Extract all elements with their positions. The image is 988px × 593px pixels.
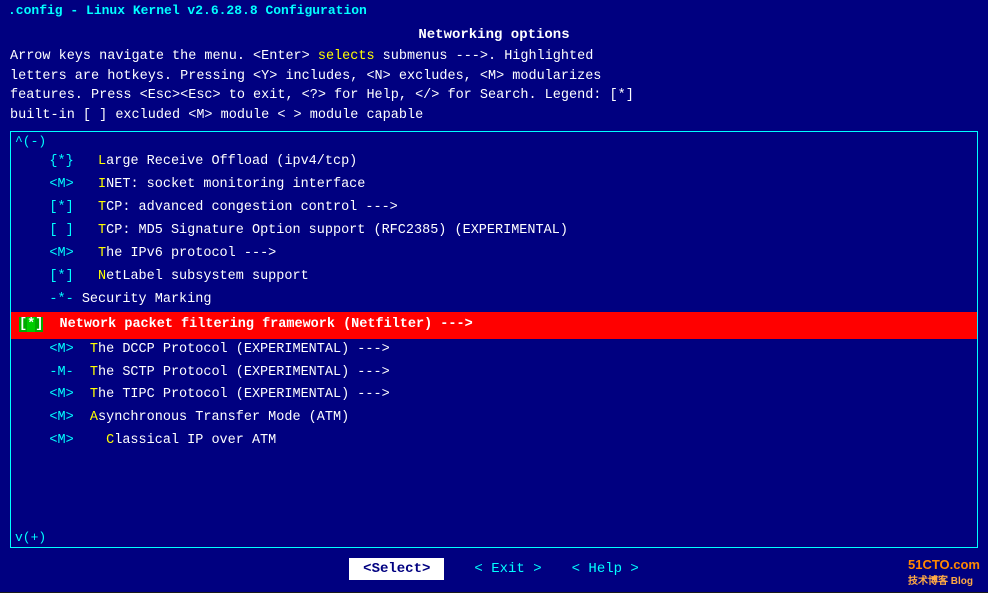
main-container: Networking options Arrow keys navigate t… (0, 21, 988, 592)
button-row: <Select> < Exit > < Help > (10, 548, 978, 586)
menu-box: ^(-) {*} Large Receive Offload (ipv4/tcp… (10, 131, 978, 548)
menu-item-4[interactable]: [ ] TCP: MD5 Signature Option support (R… (11, 220, 977, 243)
menu-item-3[interactable]: [*] TCP: advanced congestion control ---… (11, 197, 977, 220)
menu-item-11[interactable]: <M> The TIPC Protocol (EXPERIMENTAL) ---… (11, 384, 977, 407)
menu-item-10[interactable]: -M- The SCTP Protocol (EXPERIMENTAL) ---… (11, 362, 977, 385)
help-line-1: Arrow keys navigate the menu. <Enter> se… (10, 47, 978, 67)
scroll-top-indicator: ^(-) (11, 132, 977, 151)
menu-item-2[interactable]: <M> INET: socket monitoring interface (11, 174, 977, 197)
select-button[interactable]: <Select> (349, 558, 444, 580)
menu-item-6[interactable]: [*] NetLabel subsystem support (11, 266, 977, 289)
help-line-3: features. Press <Esc><Esc> to exit, <?> … (10, 86, 978, 106)
help-line-2: letters are hotkeys. Pressing <Y> includ… (10, 67, 978, 87)
watermark-site: 51CTO.com (908, 557, 980, 572)
menu-item-highlighted[interactable]: [*] Network packet filtering framework (… (11, 312, 977, 339)
help-line-4: built-in [ ] excluded <M> module < > mod… (10, 106, 978, 126)
help-text-block: Arrow keys navigate the menu. <Enter> se… (10, 47, 978, 125)
title-text: .config - Linux Kernel v2.6.28.8 Configu… (8, 3, 367, 18)
menu-item-7[interactable]: -*- Security Marking (11, 289, 977, 312)
help-button[interactable]: < Help > (572, 561, 639, 577)
menu-item-9[interactable]: <M> The DCCP Protocol (EXPERIMENTAL) ---… (11, 339, 977, 362)
title-bar: .config - Linux Kernel v2.6.28.8 Configu… (0, 0, 988, 21)
section-heading: Networking options (10, 27, 978, 43)
menu-item-12[interactable]: <M> Asynchronous Transfer Mode (ATM) (11, 407, 977, 430)
watermark-sub: 技术博客 Blog (908, 572, 980, 587)
menu-items-list: {*} Large Receive Offload (ipv4/tcp) <M>… (11, 151, 977, 528)
exit-button[interactable]: < Exit > (474, 561, 541, 577)
menu-item-1[interactable]: {*} Large Receive Offload (ipv4/tcp) (11, 151, 977, 174)
watermark: 51CTO.com 技术博客 Blog (908, 557, 980, 587)
scroll-bottom-indicator: v(+) (11, 528, 977, 547)
menu-item-5[interactable]: <M> The IPv6 protocol ---> (11, 243, 977, 266)
menu-item-13[interactable]: <M> Classical IP over ATM (11, 430, 977, 453)
